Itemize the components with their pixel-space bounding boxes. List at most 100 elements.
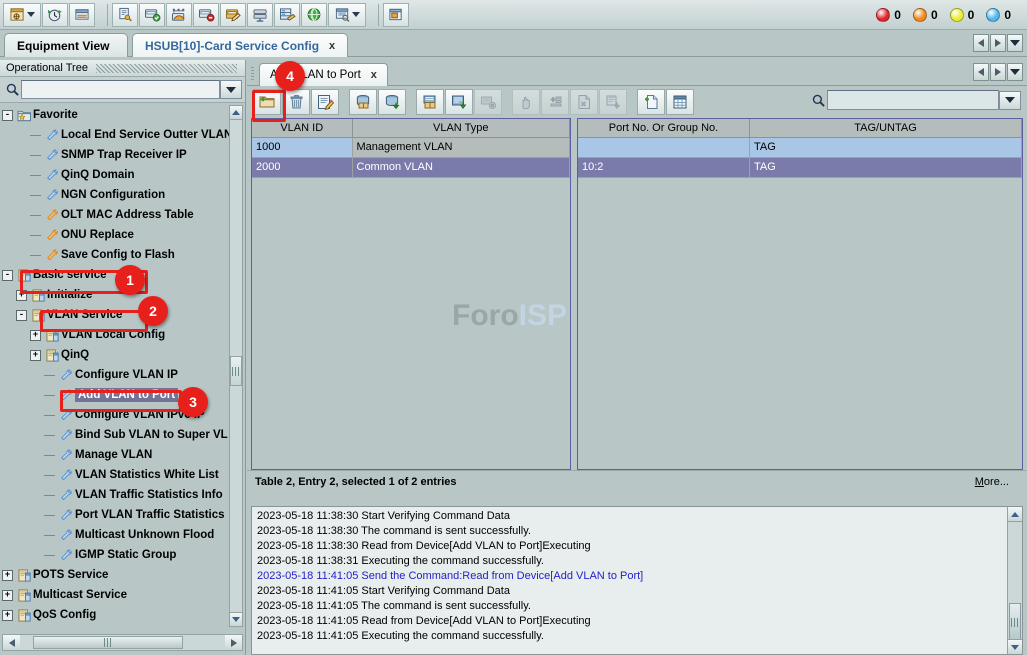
cell-vlan-id[interactable]: 2000 bbox=[252, 157, 352, 177]
log-scroll-thumb[interactable] bbox=[1009, 603, 1021, 641]
tree-toggle-expand-icon[interactable]: + bbox=[2, 610, 13, 621]
write-selected-button[interactable] bbox=[445, 89, 473, 115]
server-config-button[interactable] bbox=[274, 3, 300, 27]
cell-vlan-type[interactable]: Management VLAN bbox=[352, 137, 570, 157]
tree-item-local-end-service-outter-vlan[interactable]: Local End Service Outter VLAN bbox=[2, 125, 232, 145]
close-icon[interactable]: x bbox=[371, 69, 377, 81]
tree-toggle-expand-icon[interactable]: + bbox=[16, 290, 27, 301]
tree-item-system-control[interactable]: +System Control bbox=[2, 625, 232, 627]
scheduler-button[interactable] bbox=[42, 3, 68, 27]
warning-alarm-indicator[interactable] bbox=[986, 8, 1000, 22]
edit-record-button[interactable] bbox=[311, 89, 339, 115]
tree-item-qos-config[interactable]: +QoS Config bbox=[2, 605, 232, 625]
network-button[interactable] bbox=[301, 3, 327, 27]
new-entry-button[interactable] bbox=[637, 89, 665, 115]
tab-card-service-config[interactable]: HSUB[10]-Card Service Config x bbox=[132, 33, 348, 57]
tree-item-port-vlan-traffic-statistics[interactable]: Port VLAN Traffic Statistics bbox=[2, 505, 232, 525]
tree-toggle-expand-icon[interactable]: + bbox=[30, 350, 41, 361]
tree-search-dropdown-button[interactable] bbox=[220, 80, 242, 99]
content-scroll-left-button[interactable] bbox=[973, 63, 989, 81]
critical-alarm-indicator[interactable] bbox=[876, 8, 890, 22]
tree-item-save-config-to-flash[interactable]: Save Config to Flash bbox=[2, 245, 232, 265]
tree-item-configure-vlan-ipv6-ip[interactable]: Configure VLAN IPv6 IP bbox=[2, 405, 232, 425]
scroll-right-button[interactable] bbox=[225, 635, 242, 650]
tree-item-multicast-unknown-flood[interactable]: Multicast Unknown Flood bbox=[2, 525, 232, 545]
drag-grip-icon[interactable] bbox=[96, 64, 237, 73]
scroll-thumb[interactable] bbox=[230, 356, 242, 386]
cell-vlan-id[interactable]: 1000 bbox=[252, 137, 352, 157]
grid-view-button[interactable] bbox=[666, 89, 694, 115]
log-view-button[interactable] bbox=[328, 3, 366, 27]
table-row[interactable]: 10:2 TAG bbox=[578, 157, 1022, 177]
read-selected-button[interactable] bbox=[416, 89, 444, 115]
discover-topology-button[interactable] bbox=[166, 3, 192, 27]
scroll-left-button[interactable] bbox=[3, 635, 20, 650]
tree-item-vlan-statistics-white-list[interactable]: VLAN Statistics White List bbox=[2, 465, 232, 485]
content-search-dropdown-button[interactable] bbox=[999, 91, 1021, 110]
tree-horizontal-scrollbar[interactable] bbox=[2, 634, 243, 651]
tree-item-vlan-traffic-statistics-info[interactable]: VLAN Traffic Statistics Info bbox=[2, 485, 232, 505]
tree-item-add-vlan-to-port[interactable]: Add VLAN to Port bbox=[2, 385, 232, 405]
read-all-button[interactable] bbox=[349, 89, 377, 115]
rack-view-button[interactable] bbox=[247, 3, 273, 27]
delete-record-button[interactable] bbox=[282, 89, 310, 115]
tree-item-favorite[interactable]: -Favorite bbox=[2, 105, 232, 125]
tree-item-configure-vlan-ip[interactable]: Configure VLAN IP bbox=[2, 365, 232, 385]
tree-item-basic-service[interactable]: -Basic service bbox=[2, 265, 232, 285]
table-row[interactable]: 1000 Management VLAN bbox=[252, 137, 570, 157]
tree-item-initialize[interactable]: +Initialize bbox=[2, 285, 232, 305]
column-header-vlan-type[interactable]: VLAN Type bbox=[352, 119, 570, 137]
table-row[interactable]: TAG bbox=[578, 137, 1022, 157]
tab-scroll-left-button[interactable] bbox=[973, 34, 989, 52]
log-scroll-up-button[interactable] bbox=[1008, 507, 1022, 522]
scroll-down-button[interactable] bbox=[230, 612, 242, 626]
tree-item-onu-replace[interactable]: ONU Replace bbox=[2, 225, 232, 245]
column-header-port-no[interactable]: Port No. Or Group No. bbox=[578, 119, 750, 137]
content-scroll-right-button[interactable] bbox=[990, 63, 1006, 81]
port-table[interactable]: Port No. Or Group No. TAG/UNTAG TAG 10:2… bbox=[578, 119, 1022, 178]
edit-device-button[interactable] bbox=[220, 3, 246, 27]
tree-toggle-collapse-icon[interactable]: - bbox=[2, 110, 13, 121]
minor-alarm-indicator[interactable] bbox=[950, 8, 964, 22]
tree-vertical-scrollbar[interactable] bbox=[229, 105, 243, 627]
tree-item-vlan-local-config[interactable]: +VLAN Local Config bbox=[2, 325, 232, 345]
operational-tree[interactable]: -FavoriteLocal End Service Outter VLANSN… bbox=[2, 105, 232, 627]
cell-tag-untag[interactable]: TAG bbox=[750, 157, 1022, 177]
license-button[interactable] bbox=[112, 3, 138, 27]
report-button[interactable] bbox=[69, 3, 95, 27]
add-device-button[interactable] bbox=[139, 3, 165, 27]
new-record-button[interactable] bbox=[253, 89, 281, 115]
tree-item-olt-mac-address-table[interactable]: OLT MAC Address Table bbox=[2, 205, 232, 225]
tree-item-ngn-configuration[interactable]: NGN Configuration bbox=[2, 185, 232, 205]
tree-toggle-collapse-icon[interactable]: - bbox=[2, 270, 13, 281]
tree-item-multicast-service[interactable]: +Multicast Service bbox=[2, 585, 232, 605]
tree-search-input[interactable] bbox=[21, 80, 220, 99]
scroll-thumb[interactable] bbox=[33, 636, 183, 649]
tab-add-vlan-to-port[interactable]: Add VLAN to Port x bbox=[259, 63, 388, 86]
tree-item-snmp-trap-receiver-ip[interactable]: SNMP Trap Receiver IP bbox=[2, 145, 232, 165]
cell-vlan-type[interactable]: Common VLAN bbox=[352, 157, 570, 177]
tree-toggle-expand-icon[interactable]: + bbox=[30, 330, 41, 341]
tree-item-manage-vlan[interactable]: Manage VLAN bbox=[2, 445, 232, 465]
vlan-table[interactable]: VLAN ID VLAN Type 1000 Management VLAN 2… bbox=[252, 119, 570, 178]
tree-toggle-expand-icon[interactable]: + bbox=[2, 570, 13, 581]
log-scroll-down-button[interactable] bbox=[1008, 639, 1022, 654]
tree-item-pots-service[interactable]: +POTS Service bbox=[2, 565, 232, 585]
content-tab-list-button[interactable] bbox=[1007, 63, 1023, 81]
drag-grip-icon[interactable] bbox=[251, 67, 254, 81]
column-header-vlan-id[interactable]: VLAN ID bbox=[252, 119, 352, 137]
tree-item-qinq-domain[interactable]: QinQ Domain bbox=[2, 165, 232, 185]
log-vertical-scrollbar[interactable] bbox=[1007, 507, 1022, 654]
remove-device-button[interactable] bbox=[193, 3, 219, 27]
alarm-panel-button[interactable] bbox=[383, 3, 409, 27]
table-row[interactable]: 2000 Common VLAN bbox=[252, 157, 570, 177]
tree-item-bind-sub-vlan-to-super-vl[interactable]: Bind Sub VLAN to Super VL bbox=[2, 425, 232, 445]
cell-port-no[interactable]: 10:2 bbox=[578, 157, 750, 177]
write-all-button[interactable] bbox=[378, 89, 406, 115]
tree-toggle-expand-icon[interactable]: + bbox=[2, 590, 13, 601]
content-search-input[interactable] bbox=[827, 90, 999, 110]
cell-port-no[interactable] bbox=[578, 137, 750, 157]
major-alarm-indicator[interactable] bbox=[913, 8, 927, 22]
column-header-tag-untag[interactable]: TAG/UNTAG bbox=[750, 119, 1022, 137]
tab-scroll-right-button[interactable] bbox=[990, 34, 1006, 52]
